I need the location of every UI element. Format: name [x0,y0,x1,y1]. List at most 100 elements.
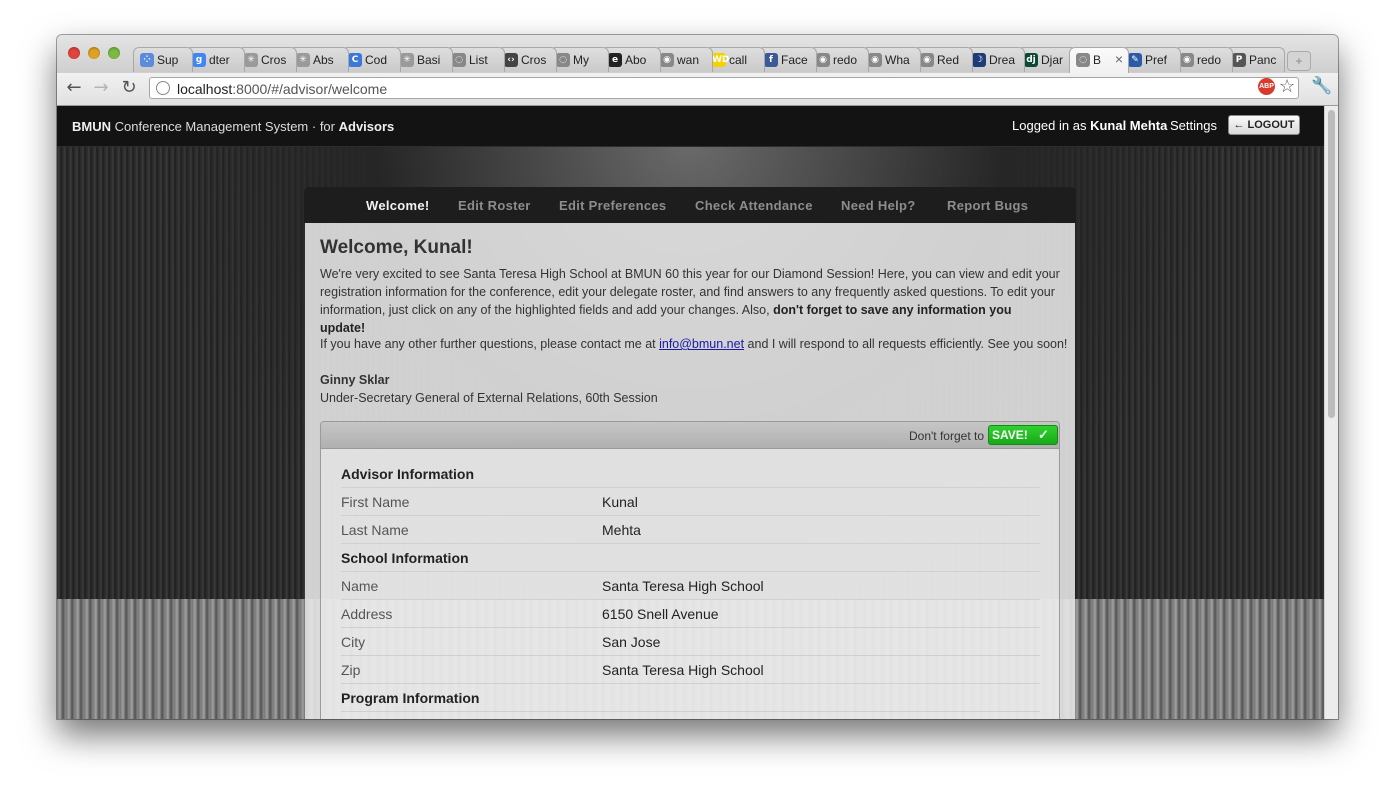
tab-label: Panc [1249,53,1277,67]
tab-label: dter [209,53,230,67]
field-row-first-name: First Name Kunal [341,488,1040,516]
wrench-menu-icon[interactable]: 🔧 [1311,76,1332,96]
scrollbar-thumb[interactable] [1328,110,1335,418]
address-bar[interactable]: localhost:8000/#/advisor/welcome [149,77,1299,99]
tab-label: Drea [989,53,1016,67]
tab-label: Cod [365,53,388,67]
tab-label: Sup [157,53,179,67]
section-program-information: Program Information [341,684,1040,712]
section-title: Advisor Information [341,466,475,482]
nav-need-help[interactable]: Need Help? [841,198,916,213]
reload-button[interactable]: ↻ [119,78,139,98]
app-brand[interactable]: BMUN Conference Management System · for … [72,119,394,134]
contact-suffix: and I will respond to all requests effic… [744,337,1068,351]
nav-edit-roster[interactable]: Edit Roster [458,198,531,213]
signature-name: Ginny Sklar [320,373,390,387]
save-button[interactable]: SAVE! ✓ [988,425,1058,445]
field-label: Address [341,606,393,622]
tab-label: call [729,53,748,67]
minimize-window-button[interactable] [88,47,100,59]
browser-tab[interactable]: ◉ Red [913,47,973,72]
browser-tab[interactable]: ◉ Wha [861,47,921,72]
registration-card: Don't forget to SAVE! ✓ Advisor Informati… [320,421,1060,719]
browser-tab[interactable]: P Panc [1225,47,1285,72]
close-tab-icon[interactable]: × [1115,51,1123,67]
globe-icon: ◌ [556,53,570,67]
tab-label: List [469,53,488,67]
browser-tab[interactable]: ⁘ Sup [133,47,193,72]
address-field[interactable]: 6150 Snell Avenue [602,606,719,622]
browser-tab[interactable]: ◉ wan [653,47,713,72]
field-row-school-name: Name Santa Teresa High School [341,572,1040,600]
tab-label: wan [677,53,700,67]
wrench-icon: ✎ [1128,53,1142,67]
tab-label: Cros [521,53,547,67]
main-nav: Welcome! Edit Roster Edit Preferences Ch… [304,187,1076,223]
first-name-field[interactable]: Kunal [602,494,638,510]
reddit-icon: ◉ [816,53,830,67]
browser-tab[interactable]: ✳ Abs [289,47,349,72]
tab-label: Face [781,53,808,67]
settings-link[interactable]: Settings [1170,118,1217,133]
globe-icon: ◌ [1076,53,1090,67]
browser-tab[interactable]: ‹› Cros [497,47,557,72]
browser-tab[interactable]: ◉ redo [809,47,869,72]
close-window-button[interactable] [68,47,80,59]
forward-button[interactable]: → [91,78,111,98]
zoom-window-button[interactable] [108,47,120,59]
email-link[interactable]: info@bmun.net [659,337,744,351]
nav-welcome[interactable]: Welcome! [366,198,430,213]
field-row-address: Address 6150 Snell Avenue [341,600,1040,628]
bookmark-star-icon[interactable]: ☆ [1279,76,1295,97]
browser-tab[interactable]: ◌ My [549,47,609,72]
city-field[interactable]: San Jose [602,634,660,650]
c-icon: C [348,53,362,67]
browser-tab[interactable]: C Cod [341,47,401,72]
browser-tab[interactable]: g dter [185,47,245,72]
tab-label: B [1093,53,1102,67]
nav-edit-preferences[interactable]: Edit Preferences [559,198,666,213]
apps-icon: ⁘ [140,53,154,67]
logout-button[interactable]: ← LOGOUT [1228,115,1300,135]
page-scrollbar[interactable] [1324,106,1338,719]
tab-label: redo [1197,53,1222,67]
field-row-city: City San Jose [341,628,1040,656]
school-name-field[interactable]: Santa Teresa High School [602,578,764,594]
save-label: SAVE! [992,428,1028,442]
checkmark-icon: ✓ [1038,427,1049,442]
contact-paragraph: If you have any other further questions,… [320,337,1067,351]
save-reminder: Don't forget to [909,429,984,443]
browser-tab[interactable]: f Face [757,47,817,72]
new-tab-button[interactable]: + [1287,51,1311,71]
tab-label: Basi [417,53,441,67]
browser-tab[interactable]: ◌ B × [1069,47,1129,73]
browser-tab[interactable]: e Abo [601,47,661,72]
browser-tab[interactable]: WD call [705,47,765,72]
page-viewport: BMUN Conference Management System · for … [57,106,1324,719]
browser-tab[interactable]: dj Djar [1017,47,1077,72]
zip-field[interactable]: Santa Teresa High School [602,662,764,678]
browser-tab[interactable]: ✳ Cros [237,47,297,72]
field-label: First Name [341,494,410,510]
reddit-icon: ◉ [868,53,882,67]
last-name-field[interactable]: Mehta [602,522,641,538]
browser-tab[interactable]: ◌ List [445,47,505,72]
signature-title: Under-Secretary General of External Rela… [320,391,658,405]
browser-tab[interactable]: ✳ Basi [393,47,453,72]
browser-window: ⁘ Sup g dter ✳ Cros ✳ Abs C Cod ✳ Basi ◌ List ‹› Cros ◌ M… [57,35,1338,719]
nav-check-attendance[interactable]: Check Attendance [695,198,813,213]
browser-tab[interactable]: ◉ redo [1173,47,1233,72]
nav-report-bugs[interactable]: Report Bugs [947,198,1028,213]
adblock-icon[interactable]: ABP [1258,78,1275,95]
browser-tab[interactable]: ✎ Pref [1121,47,1181,72]
tab-label: Abs [313,53,334,67]
django-icon: dj [1024,53,1038,67]
app-header: BMUN Conference Management System · for … [57,106,1324,147]
browser-tab[interactable]: ☽ Drea [965,47,1025,72]
back-button[interactable]: ← [64,78,84,98]
field-label: Zip [341,662,361,678]
brand-rest: Conference Management System · for [111,119,339,134]
reddit-icon: ◉ [660,53,674,67]
url-text[interactable]: localhost:8000/#/advisor/welcome [177,81,387,97]
facebook-icon: f [764,53,778,67]
